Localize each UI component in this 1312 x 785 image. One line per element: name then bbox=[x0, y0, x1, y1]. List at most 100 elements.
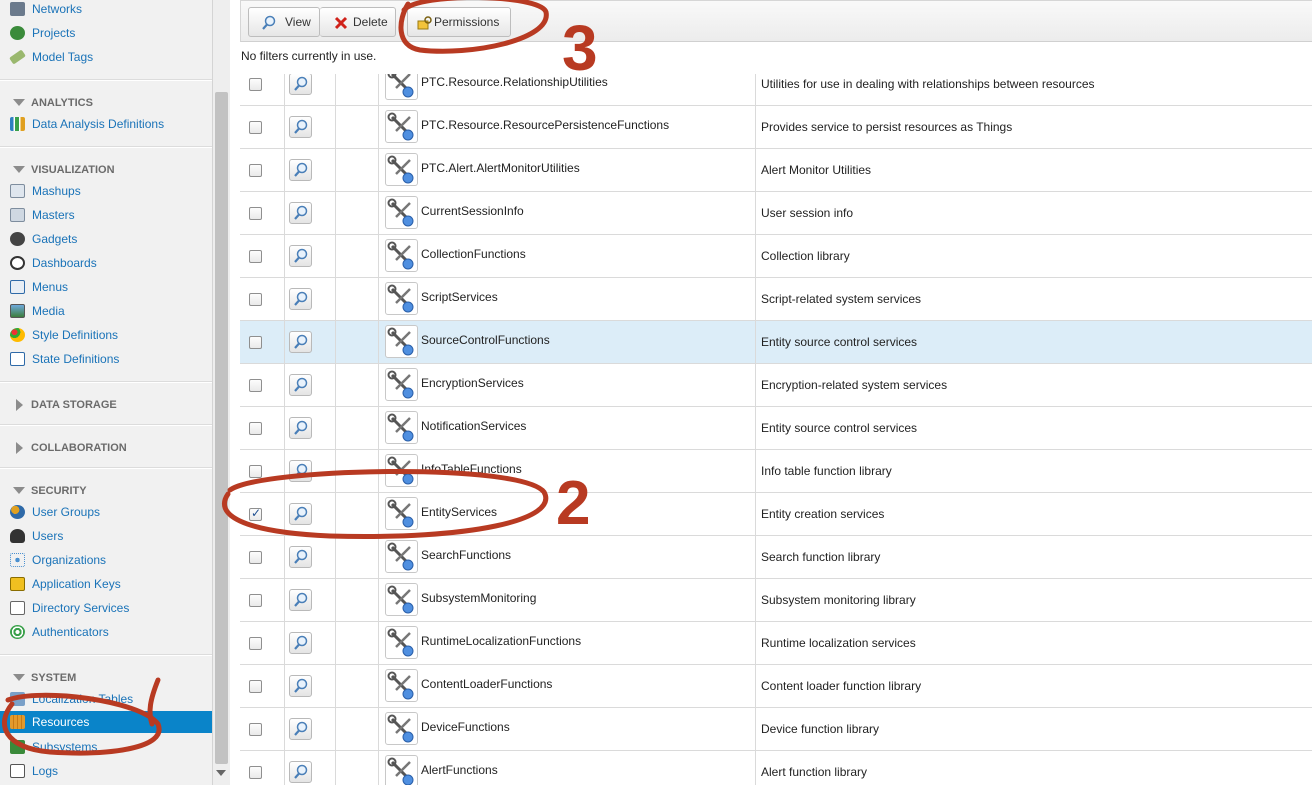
resource-name[interactable]: SourceControlFunctions bbox=[421, 333, 550, 347]
table-row[interactable]: InfoTableFunctions Info table function li… bbox=[240, 450, 1312, 493]
table-row[interactable]: EncryptionServices Encryption-related sys… bbox=[240, 364, 1312, 407]
table-row[interactable]: SubsystemMonitoring Subsystem monitoring … bbox=[240, 579, 1312, 622]
sidebar-item-logs[interactable]: Logs bbox=[0, 760, 212, 782]
resource-name[interactable]: AlertFunctions bbox=[421, 763, 498, 777]
permissions-button[interactable]: Permissions bbox=[407, 7, 511, 37]
row-select-checkbox[interactable] bbox=[249, 78, 262, 91]
row-select-checkbox[interactable] bbox=[249, 594, 262, 607]
sidebar-scrollbar-thumb[interactable] bbox=[215, 92, 228, 764]
table-row[interactable]: AlertFunctions Alert function library bbox=[240, 751, 1312, 785]
sidebar-item-model-tags[interactable]: Model Tags bbox=[0, 46, 212, 68]
sidebar-item-gadgets[interactable]: Gadgets bbox=[0, 228, 212, 250]
row-view-button[interactable] bbox=[289, 245, 312, 267]
sidebar-item-localization-tables[interactable]: Localization Tables bbox=[0, 688, 212, 710]
row-select-checkbox[interactable] bbox=[249, 336, 262, 349]
sidebar-item-style-definitions[interactable]: Style Definitions bbox=[0, 324, 212, 346]
table-row[interactable]: CollectionFunctions Collection library bbox=[240, 235, 1312, 278]
resource-name[interactable]: RuntimeLocalizationFunctions bbox=[421, 634, 581, 648]
sidebar-item-data-analysis-definitions[interactable]: Data Analysis Definitions bbox=[0, 113, 212, 135]
sidebar-item-mashups[interactable]: Mashups bbox=[0, 180, 212, 202]
table-row[interactable]: EntityServices Entity creation services bbox=[240, 493, 1312, 536]
sidebar-item-dashboards[interactable]: Dashboards bbox=[0, 252, 212, 274]
resource-name[interactable]: NotificationServices bbox=[421, 419, 526, 433]
table-row[interactable]: PTC.Resource.RelationshipUtilities Utilit… bbox=[240, 74, 1312, 106]
row-select-checkbox[interactable] bbox=[249, 293, 262, 306]
sidebar-item-networks[interactable]: Networks bbox=[0, 0, 212, 20]
row-view-button[interactable] bbox=[289, 761, 312, 783]
row-select-checkbox[interactable] bbox=[249, 680, 262, 693]
row-select-checkbox[interactable] bbox=[249, 637, 262, 650]
row-view-button[interactable] bbox=[289, 632, 312, 654]
resource-name[interactable]: ContentLoaderFunctions bbox=[421, 677, 552, 691]
row-view-button[interactable] bbox=[289, 546, 312, 568]
row-select-checkbox[interactable] bbox=[249, 723, 262, 736]
resource-name[interactable]: PTC.Alert.AlertMonitorUtilities bbox=[421, 161, 580, 175]
resource-name[interactable]: ScriptServices bbox=[421, 290, 498, 304]
sidebar-item-users[interactable]: Users bbox=[0, 525, 212, 547]
row-select-checkbox[interactable] bbox=[249, 465, 262, 478]
row-select-checkbox[interactable] bbox=[249, 551, 262, 564]
section-header-data-storage[interactable]: DATA STORAGE bbox=[0, 395, 212, 415]
row-view-button[interactable] bbox=[289, 589, 312, 611]
sidebar-item-application-keys[interactable]: Application Keys bbox=[0, 573, 212, 595]
resource-name[interactable]: CurrentSessionInfo bbox=[421, 204, 524, 218]
row-view-button[interactable] bbox=[289, 417, 312, 439]
resource-name[interactable]: DeviceFunctions bbox=[421, 720, 510, 734]
section-header-visualization[interactable]: VISUALIZATION bbox=[0, 160, 212, 180]
resource-name[interactable]: InfoTableFunctions bbox=[421, 462, 522, 476]
sidebar-item-directory-services[interactable]: Directory Services bbox=[0, 597, 212, 619]
delete-button[interactable]: Delete bbox=[320, 7, 396, 37]
row-select-checkbox[interactable] bbox=[249, 766, 262, 779]
view-button[interactable]: View bbox=[248, 7, 320, 37]
table-row[interactable]: DeviceFunctions Device function library bbox=[240, 708, 1312, 751]
resource-name[interactable]: EntityServices bbox=[421, 505, 497, 519]
row-view-button[interactable] bbox=[289, 331, 312, 353]
sidebar-splitter[interactable]: ≡ bbox=[212, 0, 230, 785]
table-row[interactable]: PTC.Alert.AlertMonitorUtilities Alert Mon… bbox=[240, 149, 1312, 192]
row-view-button[interactable] bbox=[289, 675, 312, 697]
resource-name[interactable]: SearchFunctions bbox=[421, 548, 511, 562]
sidebar-item-masters[interactable]: Masters bbox=[0, 204, 212, 226]
table-row[interactable]: RuntimeLocalizationFunctions Runtime loca… bbox=[240, 622, 1312, 665]
row-select-checkbox[interactable] bbox=[249, 506, 262, 521]
table-row[interactable]: PTC.Resource.ResourcePersistenceFunction… bbox=[240, 106, 1312, 149]
section-header-system[interactable]: SYSTEM bbox=[0, 668, 212, 688]
sidebar-item-resources[interactable]: Resources bbox=[0, 711, 212, 733]
row-view-button[interactable] bbox=[289, 374, 312, 396]
resource-name[interactable]: PTC.Resource.ResourcePersistenceFunction… bbox=[421, 118, 669, 132]
sidebar-item-authenticators[interactable]: Authenticators bbox=[0, 621, 212, 643]
row-view-button[interactable] bbox=[289, 74, 312, 95]
section-header-security[interactable]: SECURITY bbox=[0, 481, 212, 501]
section-header-collaboration[interactable]: COLLABORATION bbox=[0, 438, 212, 458]
row-view-button[interactable] bbox=[289, 460, 312, 482]
table-row[interactable]: ScriptServices Script-related system serv… bbox=[240, 278, 1312, 321]
row-select-checkbox[interactable] bbox=[249, 207, 262, 220]
sidebar-item-projects[interactable]: Projects bbox=[0, 22, 212, 44]
sidebar-item-subsystems[interactable]: Subsystems bbox=[0, 736, 212, 758]
resource-name[interactable]: EncryptionServices bbox=[421, 376, 524, 390]
row-view-button[interactable] bbox=[289, 159, 312, 181]
sidebar-item-state-definitions[interactable]: State Definitions bbox=[0, 348, 212, 370]
row-select-checkbox[interactable] bbox=[249, 422, 262, 435]
resource-name[interactable]: SubsystemMonitoring bbox=[421, 591, 536, 605]
table-row[interactable]: NotificationServices Entity source contro… bbox=[240, 407, 1312, 450]
row-select-checkbox[interactable] bbox=[249, 250, 262, 263]
row-view-button[interactable] bbox=[289, 116, 312, 138]
row-view-button[interactable] bbox=[289, 718, 312, 740]
sidebar-item-menus[interactable]: Menus bbox=[0, 276, 212, 298]
row-select-checkbox[interactable] bbox=[249, 379, 262, 392]
row-select-checkbox[interactable] bbox=[249, 164, 262, 177]
sidebar-item-media[interactable]: Media bbox=[0, 300, 212, 322]
row-view-button[interactable] bbox=[289, 202, 312, 224]
scroll-down-arrow-icon[interactable] bbox=[216, 770, 226, 776]
sidebar-item-organizations[interactable]: Organizations bbox=[0, 549, 212, 571]
table-row[interactable]: CurrentSessionInfo User session info bbox=[240, 192, 1312, 235]
table-row[interactable]: ContentLoaderFunctions Content loader fun… bbox=[240, 665, 1312, 708]
table-row[interactable]: SearchFunctions Search function library bbox=[240, 536, 1312, 579]
sidebar-item-user-groups[interactable]: User Groups bbox=[0, 501, 212, 523]
section-header-analytics[interactable]: ANALYTICS bbox=[0, 93, 212, 113]
row-view-button[interactable] bbox=[289, 288, 312, 310]
row-view-button[interactable] bbox=[289, 503, 312, 525]
resource-name[interactable]: PTC.Resource.RelationshipUtilities bbox=[421, 75, 608, 89]
table-row[interactable]: SourceControlFunctions Entity source cont… bbox=[240, 321, 1312, 364]
